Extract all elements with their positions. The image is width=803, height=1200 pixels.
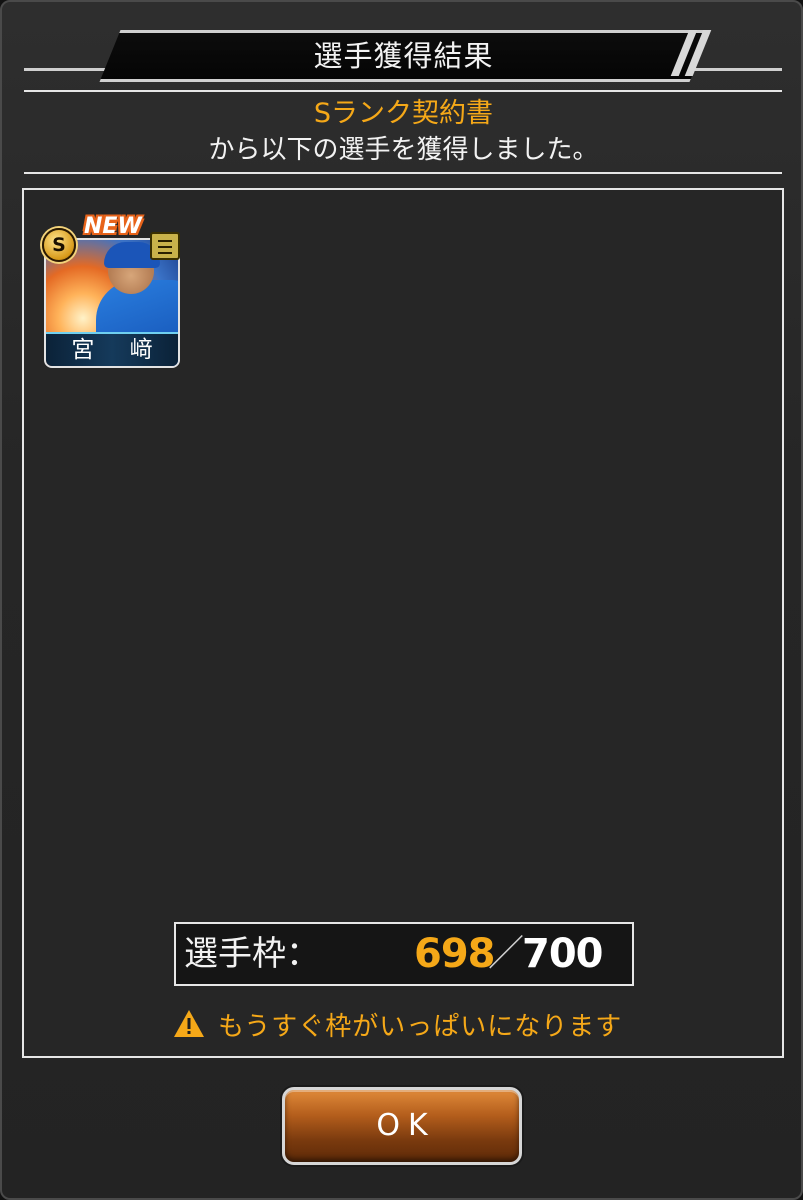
dialog-title: 選手獲得結果 bbox=[313, 39, 494, 73]
new-badge: NEW bbox=[84, 214, 142, 239]
message-bottom-rule bbox=[24, 172, 782, 174]
roster-warning-text: もうすぐ枠がいっぱいになります bbox=[218, 1011, 623, 1042]
ok-button[interactable]: OK bbox=[282, 1087, 522, 1165]
warning-triangle-icon bbox=[174, 1010, 204, 1037]
s-rank-badge-icon: S bbox=[42, 228, 76, 262]
source-item-label: Sランク契約書 bbox=[313, 98, 494, 129]
player-name: 宮 﨑 bbox=[46, 332, 178, 366]
player-card[interactable]: 宮 﨑 S NEW bbox=[42, 214, 182, 370]
roster-slot-label: 選手枠： bbox=[184, 934, 320, 974]
result-dialog: 選手獲得結果 Sランク契約書 から以下の選手を獲得しました。 宮 﨑 S NEW… bbox=[0, 0, 803, 1200]
result-message: から以下の選手を獲得しました。 bbox=[208, 135, 599, 165]
roster-max-count: 700 bbox=[522, 931, 603, 977]
roster-slot-counter: 選手枠： 698 ／ 700 bbox=[174, 922, 634, 986]
roster-current-count: 698 bbox=[414, 931, 495, 977]
hamburger-menu-icon[interactable] bbox=[150, 232, 180, 260]
message-top-rule bbox=[24, 90, 782, 92]
roster-warning: もうすぐ枠がいっぱいになります bbox=[172, 1004, 622, 1044]
roster-separator: ／ bbox=[488, 933, 525, 974]
